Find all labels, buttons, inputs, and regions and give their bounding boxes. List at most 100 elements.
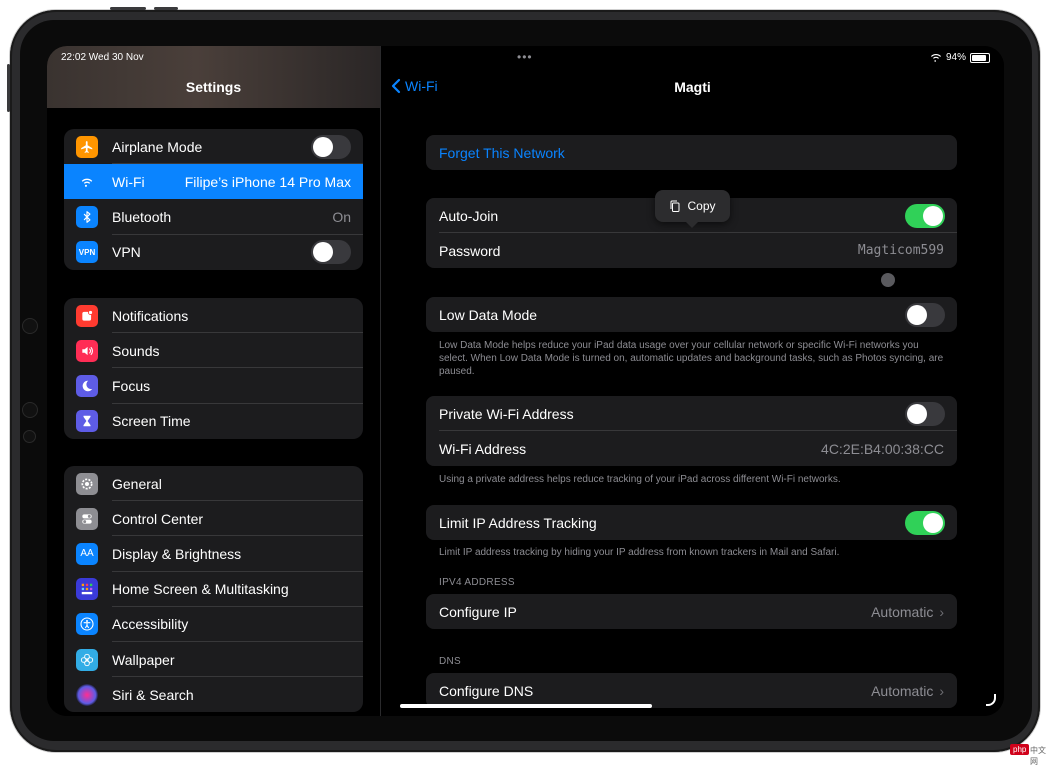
watermark-text: 中文网 — [1030, 746, 1046, 766]
limit-ip-toggle[interactable] — [905, 510, 945, 535]
configure-dns-value: Automatic — [871, 682, 934, 699]
limit-ip-row: Limit IP Address Tracking — [426, 505, 957, 540]
sidebar-item-label: Control Center — [112, 510, 204, 527]
top-button-2 — [154, 7, 178, 10]
sidebar-header: 22:02 Wed 30 Nov Settings — [47, 46, 380, 108]
camera-dot-1 — [22, 318, 38, 334]
camera-dot-3 — [23, 430, 36, 443]
sidebar-item-label: Bluetooth — [112, 208, 172, 225]
wifi-network-value: Filipe’s iPhone 14 Pro Max — [184, 173, 351, 190]
sidebar-item-label: Siri & Search — [112, 686, 194, 703]
wifi-address-row: Wi-Fi Address 4C:2E:B4:00:38:CC — [426, 431, 957, 466]
low-data-label: Low Data Mode — [439, 306, 538, 323]
sidebar-item-siri-search[interactable]: Siri & Search — [64, 677, 363, 712]
accessibility-icon — [76, 613, 98, 636]
sidebar-item-sounds[interactable]: Sounds — [64, 333, 363, 369]
password-row[interactable]: Password Magticom599 — [426, 233, 957, 268]
sidebar-item-bluetooth[interactable]: Bluetooth On — [64, 199, 363, 235]
configure-ip-group: Configure IP Automatic › — [426, 594, 957, 629]
volume-button — [7, 64, 10, 112]
detail-title: Magti — [674, 79, 711, 95]
forget-network-button[interactable]: Forget This Network — [426, 135, 957, 170]
copy-popover[interactable]: Copy — [655, 190, 730, 228]
limit-ip-note: Limit IP address tracking by hiding your… — [439, 547, 840, 558]
sidebar-item-wallpaper[interactable]: Wallpaper — [64, 642, 363, 678]
speaker-icon — [76, 339, 98, 362]
sidebar-item-label: Airplane Mode — [112, 138, 203, 155]
configure-dns-label: Configure DNS — [439, 682, 534, 699]
auto-join-toggle[interactable] — [905, 203, 945, 228]
password-value[interactable]: Magticom599 — [858, 243, 944, 258]
forget-group: Forget This Network — [426, 135, 957, 170]
configure-dns-row[interactable]: Configure DNS Automatic › — [426, 673, 957, 708]
airplane-mode-toggle[interactable] — [311, 134, 351, 159]
camera-dot-2 — [22, 402, 38, 418]
switches-icon — [76, 507, 98, 530]
vpn-icon: VPN — [76, 241, 98, 264]
bluetooth-value: On — [332, 208, 351, 225]
sidebar-item-home-screen[interactable]: Home Screen & Multitasking — [64, 572, 363, 607]
home-indicator[interactable] — [400, 704, 652, 708]
bluetooth-icon — [76, 205, 98, 228]
sidebar-title: Settings — [185, 79, 242, 95]
copy-icon — [670, 200, 680, 212]
grid-icon — [76, 578, 98, 601]
status-time: 22:02 Wed 30 Nov — [61, 52, 144, 63]
low-data-group: Low Data Mode — [426, 297, 957, 332]
sidebar-item-label: Focus — [112, 377, 151, 394]
private-address-note: Using a private address helps reduce tra… — [439, 474, 841, 485]
chevron-right-icon: › — [939, 603, 944, 620]
wifi-address-label: Wi-Fi Address — [439, 440, 527, 457]
airplane-icon — [76, 135, 98, 158]
battery-icon — [970, 52, 990, 63]
detail-pane: ••• 94% Wi-Fi Magti Forget This Network … — [381, 46, 1004, 716]
low-data-toggle[interactable] — [905, 302, 945, 327]
wifi-icon — [76, 170, 98, 193]
wifi-address-value: 4C:2E:B4:00:38:CC — [821, 440, 944, 457]
vpn-toggle[interactable] — [311, 240, 351, 265]
sidebar-group-connectivity: Airplane Mode Wi-Fi Filipe’s iPhone 14 P… — [64, 129, 363, 270]
sidebar-item-screen-time[interactable]: Screen Time — [64, 404, 363, 439]
private-address-row: Private Wi-Fi Address — [426, 396, 957, 431]
dns-header: DNS — [439, 656, 462, 667]
gear-icon — [76, 472, 98, 495]
sidebar-item-general[interactable]: General — [64, 466, 363, 502]
sidebar-item-focus[interactable]: Focus — [64, 368, 363, 404]
top-button-1 — [110, 7, 146, 10]
sidebar-item-label: Sounds — [112, 342, 160, 359]
flower-icon — [76, 648, 98, 671]
sidebar-item-label: Home Screen & Multitasking — [112, 581, 289, 598]
sidebar-item-accessibility[interactable]: Accessibility — [64, 607, 363, 642]
limit-ip-group: Limit IP Address Tracking — [426, 505, 957, 540]
status-right: 94% — [930, 52, 990, 63]
chevron-right-icon: › — [939, 682, 944, 699]
sidebar-item-control-center[interactable]: Control Center — [64, 501, 363, 537]
sidebar-item-label: Display & Brightness — [112, 545, 242, 562]
sidebar-item-airplane-mode[interactable]: Airplane Mode — [64, 129, 363, 165]
low-data-note: Low Data Mode helps reduce your iPad dat… — [439, 340, 944, 377]
sidebar-item-label: Wallpaper — [112, 651, 175, 668]
low-data-row: Low Data Mode — [426, 297, 957, 332]
battery-percent: 94% — [945, 52, 966, 63]
configure-ip-row[interactable]: Configure IP Automatic › — [426, 594, 957, 629]
multitasking-dots[interactable]: ••• — [517, 50, 533, 64]
screen: 22:02 Wed 30 Nov Settings Airplane Mode … — [47, 46, 1004, 716]
bell-icon — [76, 304, 98, 327]
private-address-label: Private Wi-Fi Address — [439, 405, 574, 422]
sidebar-item-notifications[interactable]: Notifications — [64, 298, 363, 334]
hourglass-icon — [76, 410, 98, 433]
moon-icon — [76, 374, 98, 397]
sidebar-group-notifications: Notifications Sounds Focus Screen Time — [64, 298, 363, 439]
corner-pencil-mark — [986, 694, 996, 706]
sidebar-item-label: Accessibility — [112, 616, 189, 633]
watermark-logo: php — [1010, 744, 1030, 755]
sidebar-item-display-brightness[interactable]: AA Display & Brightness — [64, 536, 363, 572]
pointer-cursor — [881, 273, 895, 287]
sidebar-item-label: Screen Time — [112, 413, 191, 430]
configure-dns-group: Configure DNS Automatic › — [426, 673, 957, 708]
sidebar-item-wifi[interactable]: Wi-Fi Filipe’s iPhone 14 Pro Max — [64, 164, 363, 200]
sidebar-item-vpn[interactable]: VPN VPN — [64, 235, 363, 270]
private-address-toggle[interactable] — [905, 401, 945, 426]
siri-icon — [76, 683, 98, 706]
text-size-icon: AA — [76, 542, 98, 565]
